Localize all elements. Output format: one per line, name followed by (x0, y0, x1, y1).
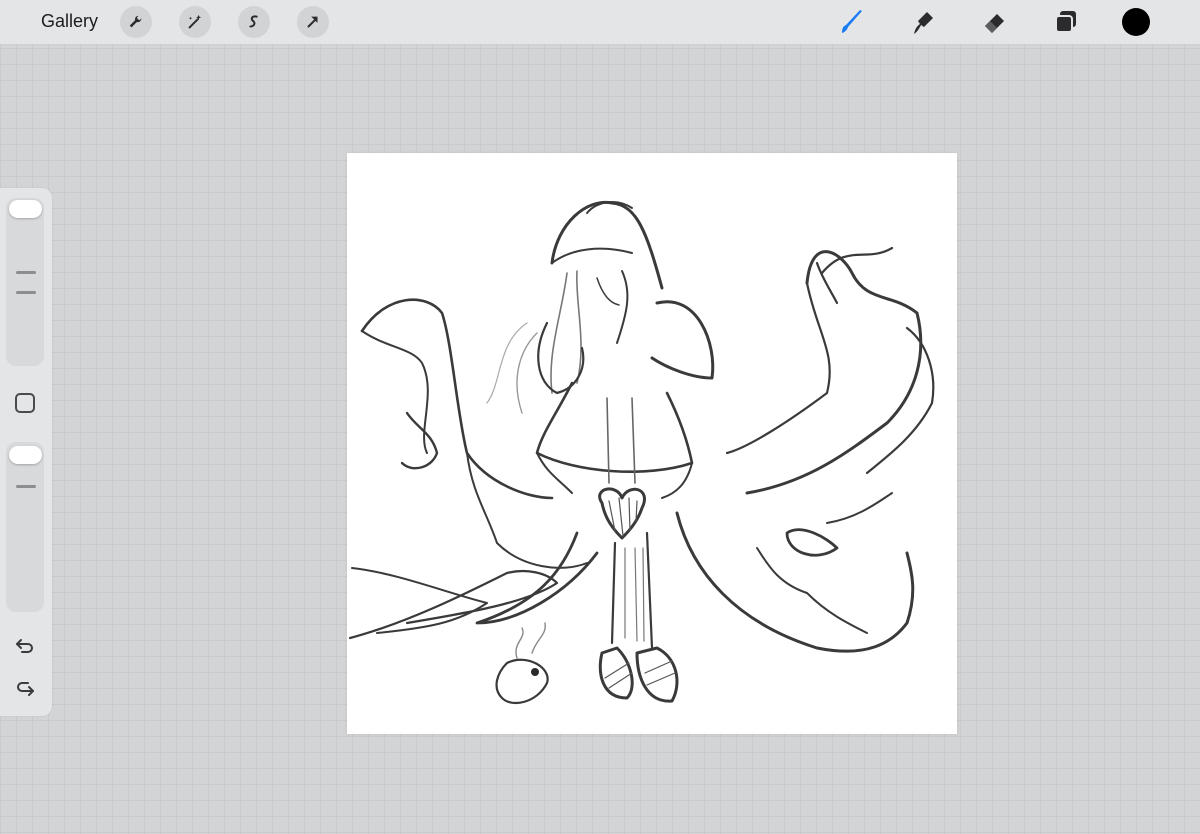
redo-icon[interactable] (13, 677, 37, 701)
gallery-button[interactable]: Gallery (41, 11, 98, 32)
opacity-slider[interactable] (6, 442, 44, 612)
eraser-icon[interactable] (980, 7, 1010, 37)
modify-square-icon[interactable] (15, 393, 35, 413)
slider-tick (16, 485, 36, 488)
opacity-knob[interactable] (9, 446, 42, 464)
sidebar (0, 188, 52, 716)
wrench-icon[interactable] (120, 6, 152, 38)
layers-icon[interactable] (1051, 7, 1081, 37)
brush-size-slider[interactable] (6, 198, 44, 366)
smudge-icon[interactable] (908, 7, 938, 37)
undo-icon[interactable] (13, 634, 37, 658)
transform-arrow-icon[interactable] (297, 6, 329, 38)
drawing-canvas[interactable] (347, 153, 957, 734)
slider-tick (16, 291, 36, 294)
brush-icon[interactable] (836, 7, 866, 37)
sketch-artwork (348, 200, 935, 705)
selection-icon[interactable] (238, 6, 270, 38)
top-toolbar: Gallery (0, 0, 1200, 45)
magic-wand-icon[interactable] (179, 6, 211, 38)
brush-size-knob[interactable] (9, 200, 42, 218)
slider-tick (16, 271, 36, 274)
color-picker-button[interactable] (1122, 8, 1150, 36)
